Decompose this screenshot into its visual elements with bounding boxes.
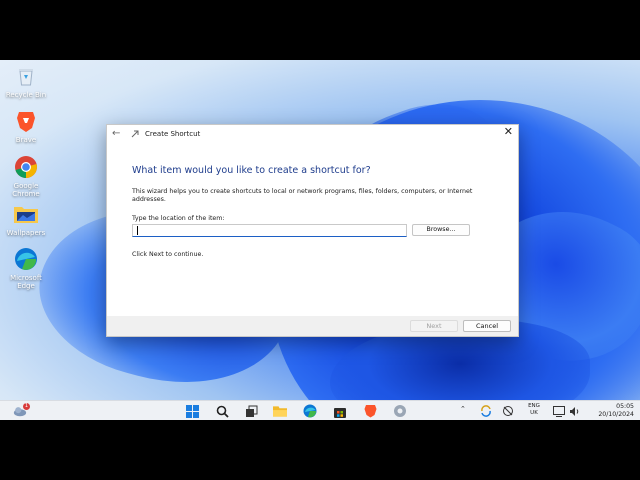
chevron-up-icon[interactable]: ⌃ (460, 405, 466, 413)
dialog-footer: Next Cancel (107, 316, 518, 336)
taskbar: 1 ⌃ ENG UK 05:05 20/10/2024 (0, 400, 640, 420)
location-label: Type the location of the item: (132, 215, 225, 222)
cancel-button[interactable]: Cancel (463, 320, 511, 332)
language-code: ENG (528, 403, 540, 409)
store-icon[interactable] (333, 404, 347, 418)
language-indicator[interactable]: ENG UK (524, 403, 544, 417)
desktop: Recycle Bin Brave Google Chrome Wallpape… (0, 60, 640, 420)
weather-badge: 1 (23, 403, 30, 410)
shortcut-app-icon (131, 130, 139, 141)
brave-icon (13, 108, 39, 134)
desktop-icon-microsoft-edge[interactable]: Microsoft Edge (2, 246, 50, 290)
keyboard-layout: UK (530, 410, 538, 416)
continue-hint: Click Next to continue. (132, 251, 204, 258)
desktop-icon-recycle-bin[interactable]: Recycle Bin (2, 63, 50, 99)
network-icon[interactable] (501, 404, 515, 418)
search-icon[interactable] (215, 404, 229, 418)
brave-taskbar-icon[interactable] (363, 404, 377, 418)
back-arrow-icon[interactable]: ← (112, 128, 120, 139)
edge-icon (13, 246, 39, 272)
display-icon[interactable] (552, 404, 566, 418)
desktop-icon-google-chrome[interactable]: Google Chrome (2, 154, 50, 198)
task-view-icon[interactable] (244, 404, 258, 418)
browse-button[interactable]: Browse... (412, 224, 470, 236)
chrome-icon (13, 154, 39, 180)
settings-icon[interactable] (393, 404, 407, 418)
next-button[interactable]: Next (410, 320, 458, 332)
location-input[interactable] (132, 224, 407, 237)
folder-icon (13, 201, 39, 227)
desktop-icon-brave[interactable]: Brave (2, 108, 50, 144)
start-icon[interactable] (185, 404, 199, 418)
desktop-icon-label: Wallpapers (6, 229, 46, 237)
system-clock[interactable]: 05:05 20/10/2024 (598, 403, 634, 419)
clock-date: 20/10/2024 (598, 411, 634, 418)
text-caret (137, 226, 138, 235)
dialog-description: This wizard helps you to create shortcut… (132, 188, 473, 203)
close-icon[interactable]: ✕ (504, 125, 513, 138)
desktop-icon-label: Brave (15, 136, 37, 144)
desktop-icon-wallpapers[interactable]: Wallpapers (2, 201, 50, 237)
clock-time: 05:05 (616, 403, 634, 410)
desktop-icon-label: Recycle Bin (5, 91, 47, 99)
file-explorer-icon[interactable] (273, 404, 287, 418)
desktop-icon-label: Microsoft Edge (10, 274, 42, 290)
dialog-title: Create Shortcut (145, 130, 201, 138)
dialog-titlebar: ← Create Shortcut ✕ (107, 125, 518, 147)
edge-taskbar-icon[interactable] (303, 404, 317, 418)
volume-icon[interactable] (568, 404, 582, 418)
create-shortcut-dialog: ← Create Shortcut ✕ What item would you … (106, 124, 519, 337)
recycle-bin-icon (13, 63, 39, 89)
sync-icon[interactable] (479, 404, 493, 418)
desktop-icon-label: Google Chrome (12, 182, 40, 198)
dialog-heading: What item would you like to create a sho… (132, 165, 371, 176)
